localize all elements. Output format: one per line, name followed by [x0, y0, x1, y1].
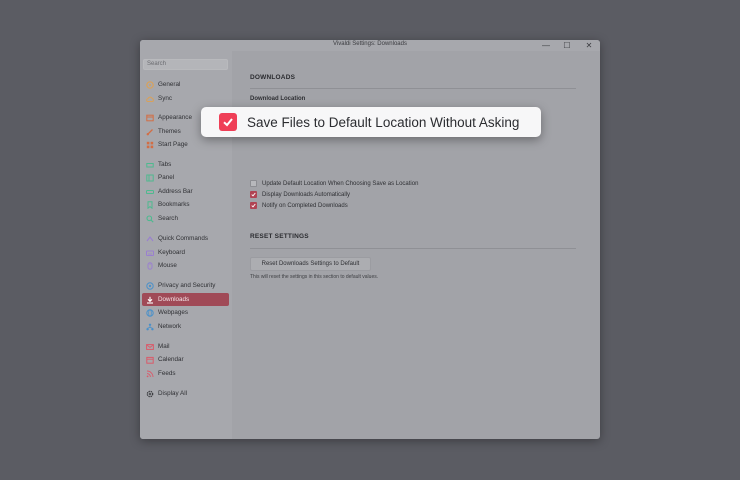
- tabs-icon: [146, 161, 154, 169]
- update-default-location-checkbox[interactable]: [250, 180, 257, 187]
- save-files-label: Save Files to Default Location Without A…: [247, 114, 520, 130]
- rss-icon: [146, 370, 154, 378]
- sidebar-item-label: Address Bar: [158, 188, 193, 195]
- display-downloads-option[interactable]: Display Downloads Automatically: [250, 190, 350, 199]
- settings-window: Vivaldi Settings: Downloads — ☐ ✕ Search…: [140, 40, 600, 439]
- sidebar-item-address-bar[interactable]: Address Bar: [142, 185, 229, 198]
- sidebar-item-downloads[interactable]: Downloads: [142, 293, 229, 306]
- sidebar-item-network[interactable]: Network: [142, 320, 229, 333]
- option-label: Update Default Location When Choosing Sa…: [262, 180, 419, 187]
- sidebar-item-keyboard[interactable]: Keyboard: [142, 246, 229, 259]
- grid-icon: [146, 141, 154, 149]
- mouse-icon: [146, 261, 154, 270]
- settings-search-input[interactable]: Search: [143, 59, 228, 70]
- sidebar-item-label: Mouse: [158, 262, 177, 269]
- window-title: Vivaldi Settings: Downloads: [333, 41, 407, 47]
- panel-icon: [146, 174, 154, 182]
- window-icon: [146, 114, 154, 122]
- check-icon: [251, 203, 256, 208]
- sidebar-item-panel[interactable]: Panel: [142, 171, 229, 184]
- calendar-icon: [146, 356, 154, 364]
- sidebar-item-label: Privacy and Security: [158, 282, 216, 289]
- keyboard-icon: [146, 249, 154, 257]
- update-default-location-option[interactable]: Update Default Location When Choosing Sa…: [250, 179, 418, 188]
- sidebar-item-label: Themes: [158, 128, 181, 135]
- sidebar-item-label: Keyboard: [158, 249, 185, 256]
- search-icon: [146, 214, 154, 223]
- sidebar-item-label: Webpages: [158, 309, 188, 316]
- sidebar-item-label: Panel: [158, 174, 175, 181]
- sidebar-item-label: Start Page: [158, 141, 188, 148]
- sidebar-item-tabs[interactable]: Tabs: [142, 158, 229, 171]
- sidebar-item-search[interactable]: Search: [142, 212, 229, 225]
- sidebar-item-label: Display All: [158, 390, 188, 397]
- save-files-callout[interactable]: Save Files to Default Location Without A…: [201, 107, 541, 137]
- brush-icon: [146, 128, 154, 136]
- sidebar-item-label: General: [158, 81, 181, 88]
- gear-icon: [146, 390, 154, 398]
- check-icon: [223, 118, 233, 127]
- quick-commands-icon: [146, 235, 154, 243]
- sidebar-item-display-all[interactable]: Display All: [142, 387, 229, 400]
- sidebar-item-mouse[interactable]: Mouse: [142, 259, 229, 272]
- reset-downloads-button[interactable]: Reset Downloads Settings to Default: [250, 257, 371, 271]
- sidebar-item-label: Quick Commands: [158, 235, 209, 242]
- display-downloads-checkbox[interactable]: [250, 191, 257, 198]
- sidebar-item-bookmarks[interactable]: Bookmarks: [142, 198, 229, 211]
- shield-icon: [146, 281, 154, 290]
- download-icon: [146, 296, 154, 304]
- sidebar-item-label: Calendar: [158, 356, 184, 363]
- title-bar: Vivaldi Settings: Downloads — ☐ ✕: [140, 40, 600, 51]
- option-label: Notify on Completed Downloads: [262, 202, 348, 209]
- sidebar-item-general[interactable]: General: [142, 78, 229, 91]
- close-button[interactable]: ✕: [579, 40, 599, 51]
- gear-circle-icon: [146, 80, 154, 89]
- notify-completed-option[interactable]: Notify on Completed Downloads: [250, 201, 348, 210]
- minimize-button[interactable]: —: [536, 40, 556, 51]
- sidebar-item-label: Mail: [158, 343, 170, 350]
- check-icon: [251, 192, 256, 197]
- notify-completed-checkbox[interactable]: [250, 202, 257, 209]
- sidebar-item-label: Feeds: [158, 370, 176, 377]
- download-location-label: Download Location: [250, 96, 306, 102]
- save-files-checkbox[interactable]: [219, 113, 237, 131]
- sidebar-item-label: Sync: [158, 95, 172, 102]
- sidebar-item-calendar[interactable]: Calendar: [142, 353, 229, 366]
- address-bar-icon: [146, 188, 154, 196]
- sidebar-item-privacy-and-security[interactable]: Privacy and Security: [142, 279, 229, 292]
- cloud-icon: [146, 95, 154, 103]
- bookmark-icon: [146, 200, 154, 209]
- network-icon: [146, 323, 154, 331]
- downloads-section-title: DOWNLOADS: [250, 74, 296, 81]
- globe-icon: [146, 308, 154, 317]
- sidebar-item-feeds[interactable]: Feeds: [142, 367, 229, 380]
- sidebar-item-quick-commands[interactable]: Quick Commands: [142, 232, 229, 245]
- sidebar-item-start-page[interactable]: Start Page: [142, 138, 229, 151]
- section-divider: [250, 248, 576, 249]
- sidebar-item-label: Network: [158, 323, 182, 330]
- sidebar-item-sync[interactable]: Sync: [142, 92, 229, 105]
- reset-hint-text: This will reset the settings in this sec…: [250, 274, 379, 280]
- sidebar-item-label: Appearance: [158, 114, 192, 121]
- sidebar-item-mail[interactable]: Mail: [142, 340, 229, 353]
- sidebar-item-label: Tabs: [158, 161, 172, 168]
- maximize-button[interactable]: ☐: [557, 40, 577, 51]
- option-label: Display Downloads Automatically: [262, 191, 351, 198]
- sidebar-item-label: Search: [158, 215, 178, 222]
- mail-icon: [146, 343, 154, 351]
- reset-section-title: RESET SETTINGS: [250, 233, 309, 240]
- sidebar-item-webpages[interactable]: Webpages: [142, 306, 229, 319]
- section-divider: [250, 88, 576, 89]
- sidebar-item-label: Downloads: [158, 296, 190, 303]
- sidebar-item-label: Bookmarks: [158, 201, 190, 208]
